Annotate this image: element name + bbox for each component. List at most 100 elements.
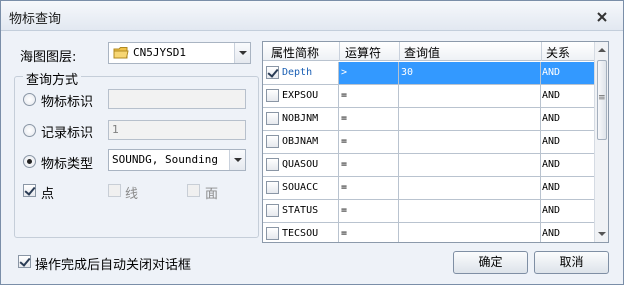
- object-class-select[interactable]: SOUNDG, Sounding: [108, 149, 246, 171]
- cancel-button[interactable]: 取消: [534, 251, 609, 274]
- object-id-radio[interactable]: [23, 93, 36, 106]
- operator-cell[interactable]: =: [339, 108, 399, 130]
- column-header-relation[interactable]: 关系: [546, 44, 570, 61]
- attribute-name: SOUACC: [282, 182, 319, 193]
- ok-button[interactable]: 确定: [453, 251, 528, 274]
- relation-cell[interactable]: AND: [541, 108, 594, 130]
- attribute-cell[interactable]: QUASOU: [263, 154, 339, 176]
- column-divider: [339, 42, 340, 61]
- column-header-operator[interactable]: 运算符: [345, 44, 381, 61]
- line-label: 线: [125, 187, 139, 202]
- chart-layer-label: 海图图层:: [20, 50, 77, 65]
- column-divider: [399, 42, 400, 61]
- value-cell[interactable]: [399, 177, 541, 199]
- scroll-up-icon[interactable]: [598, 48, 606, 52]
- scrollbar-thumb[interactable]: [597, 60, 607, 140]
- attribute-name: TECSOU: [282, 228, 319, 239]
- value-cell[interactable]: [399, 85, 541, 107]
- area-label: 面: [205, 187, 219, 202]
- chevron-down-icon[interactable]: [229, 150, 245, 170]
- row-checkbox[interactable]: [266, 135, 279, 148]
- value-cell[interactable]: [399, 200, 541, 222]
- attribute-cell[interactable]: TECSOU: [263, 223, 339, 242]
- object-class-value: SOUNDG, Sounding: [112, 153, 218, 166]
- row-checkbox[interactable]: [266, 112, 279, 125]
- table-row[interactable]: OBJNAM = AND: [263, 131, 594, 154]
- value-cell[interactable]: [399, 154, 541, 176]
- area-checkbox[interactable]: [187, 184, 200, 197]
- table-row[interactable]: STATUS = AND: [263, 200, 594, 223]
- operator-cell[interactable]: =: [339, 223, 399, 242]
- title-bar[interactable]: 物标查询: [1, 1, 623, 31]
- record-id-radio[interactable]: [23, 124, 36, 137]
- table-row[interactable]: NOBJNM = AND: [263, 108, 594, 131]
- value-cell[interactable]: [399, 131, 541, 153]
- row-checkbox[interactable]: [266, 89, 279, 102]
- chart-layer-value: CN5JYSD1: [133, 46, 186, 59]
- attribute-cell[interactable]: OBJNAM: [263, 131, 339, 153]
- query-mode-title: 查询方式: [23, 69, 82, 88]
- attribute-cell[interactable]: EXPSOU: [263, 85, 339, 107]
- relation-cell[interactable]: AND: [541, 223, 594, 242]
- value-cell[interactable]: [399, 108, 541, 130]
- operator-cell[interactable]: >: [339, 62, 399, 84]
- object-class-label: 物标类型: [41, 157, 94, 172]
- relation-cell[interactable]: AND: [541, 131, 594, 153]
- scroll-down-icon[interactable]: [598, 232, 606, 236]
- operator-cell[interactable]: =: [339, 85, 399, 107]
- attribute-query-grid: 属性简称 运算符 查询值 关系 Depth > 30 AND EXPSOU = …: [262, 41, 609, 243]
- table-row[interactable]: Depth > 30 AND: [263, 62, 594, 85]
- attribute-cell[interactable]: Depth: [263, 62, 339, 84]
- line-checkbox[interactable]: [108, 184, 121, 197]
- value-cell[interactable]: [399, 223, 541, 242]
- close-icon[interactable]: [595, 10, 609, 24]
- column-header-attribute[interactable]: 属性简称: [271, 44, 319, 61]
- operator-cell[interactable]: =: [339, 154, 399, 176]
- auto-close-label[interactable]: 操作完成后自动关闭对话框: [35, 254, 191, 273]
- attribute-cell[interactable]: STATUS: [263, 200, 339, 222]
- table-row[interactable]: EXPSOU = AND: [263, 85, 594, 108]
- object-id-input[interactable]: [108, 89, 246, 109]
- grid-header: 属性简称 运算符 查询值 关系: [263, 42, 594, 61]
- attribute-name: NOBJNM: [282, 113, 319, 124]
- object-class-radio[interactable]: [23, 155, 36, 168]
- attribute-cell[interactable]: NOBJNM: [263, 108, 339, 130]
- chevron-down-icon[interactable]: [234, 43, 250, 63]
- value-cell[interactable]: 30: [399, 62, 541, 84]
- relation-cell[interactable]: AND: [541, 154, 594, 176]
- row-checkbox[interactable]: [266, 66, 279, 79]
- operator-cell[interactable]: =: [339, 200, 399, 222]
- column-divider: [541, 42, 542, 61]
- row-checkbox[interactable]: [266, 158, 279, 171]
- attribute-name: OBJNAM: [282, 136, 319, 147]
- attribute-name: STATUS: [282, 205, 319, 216]
- point-checkbox[interactable]: [23, 184, 36, 197]
- relation-cell[interactable]: AND: [541, 85, 594, 107]
- object-id-label: 物标标识: [41, 95, 94, 110]
- point-label: 点: [41, 187, 55, 202]
- attribute-name: QUASOU: [282, 159, 319, 170]
- attribute-name: Depth: [282, 67, 313, 78]
- object-query-dialog: 物标查询 海图图层: CN5JYSD1 查询方式 物标标识 记录标识 1 物标类…: [0, 0, 624, 285]
- record-id-input[interactable]: 1: [108, 120, 246, 140]
- row-checkbox[interactable]: [266, 227, 279, 240]
- chart-layer-select[interactable]: CN5JYSD1: [108, 42, 251, 64]
- relation-cell[interactable]: AND: [541, 62, 594, 84]
- row-checkbox[interactable]: [266, 204, 279, 217]
- column-header-value[interactable]: 查询值: [404, 44, 440, 61]
- operator-cell[interactable]: =: [339, 131, 399, 153]
- auto-close-checkbox[interactable]: [18, 255, 31, 268]
- table-row[interactable]: QUASOU = AND: [263, 154, 594, 177]
- attribute-cell[interactable]: SOUACC: [263, 177, 339, 199]
- operator-cell[interactable]: =: [339, 177, 399, 199]
- record-id-label: 记录标识: [41, 126, 94, 141]
- attribute-name: EXPSOU: [282, 90, 319, 101]
- table-row[interactable]: SOUACC = AND: [263, 177, 594, 200]
- relation-cell[interactable]: AND: [541, 177, 594, 199]
- vertical-scrollbar[interactable]: [594, 42, 608, 242]
- relation-cell[interactable]: AND: [541, 200, 594, 222]
- folder-icon: [113, 46, 129, 63]
- table-row[interactable]: TECSOU = AND: [263, 223, 594, 242]
- window-title: 物标查询: [9, 12, 62, 27]
- row-checkbox[interactable]: [266, 181, 279, 194]
